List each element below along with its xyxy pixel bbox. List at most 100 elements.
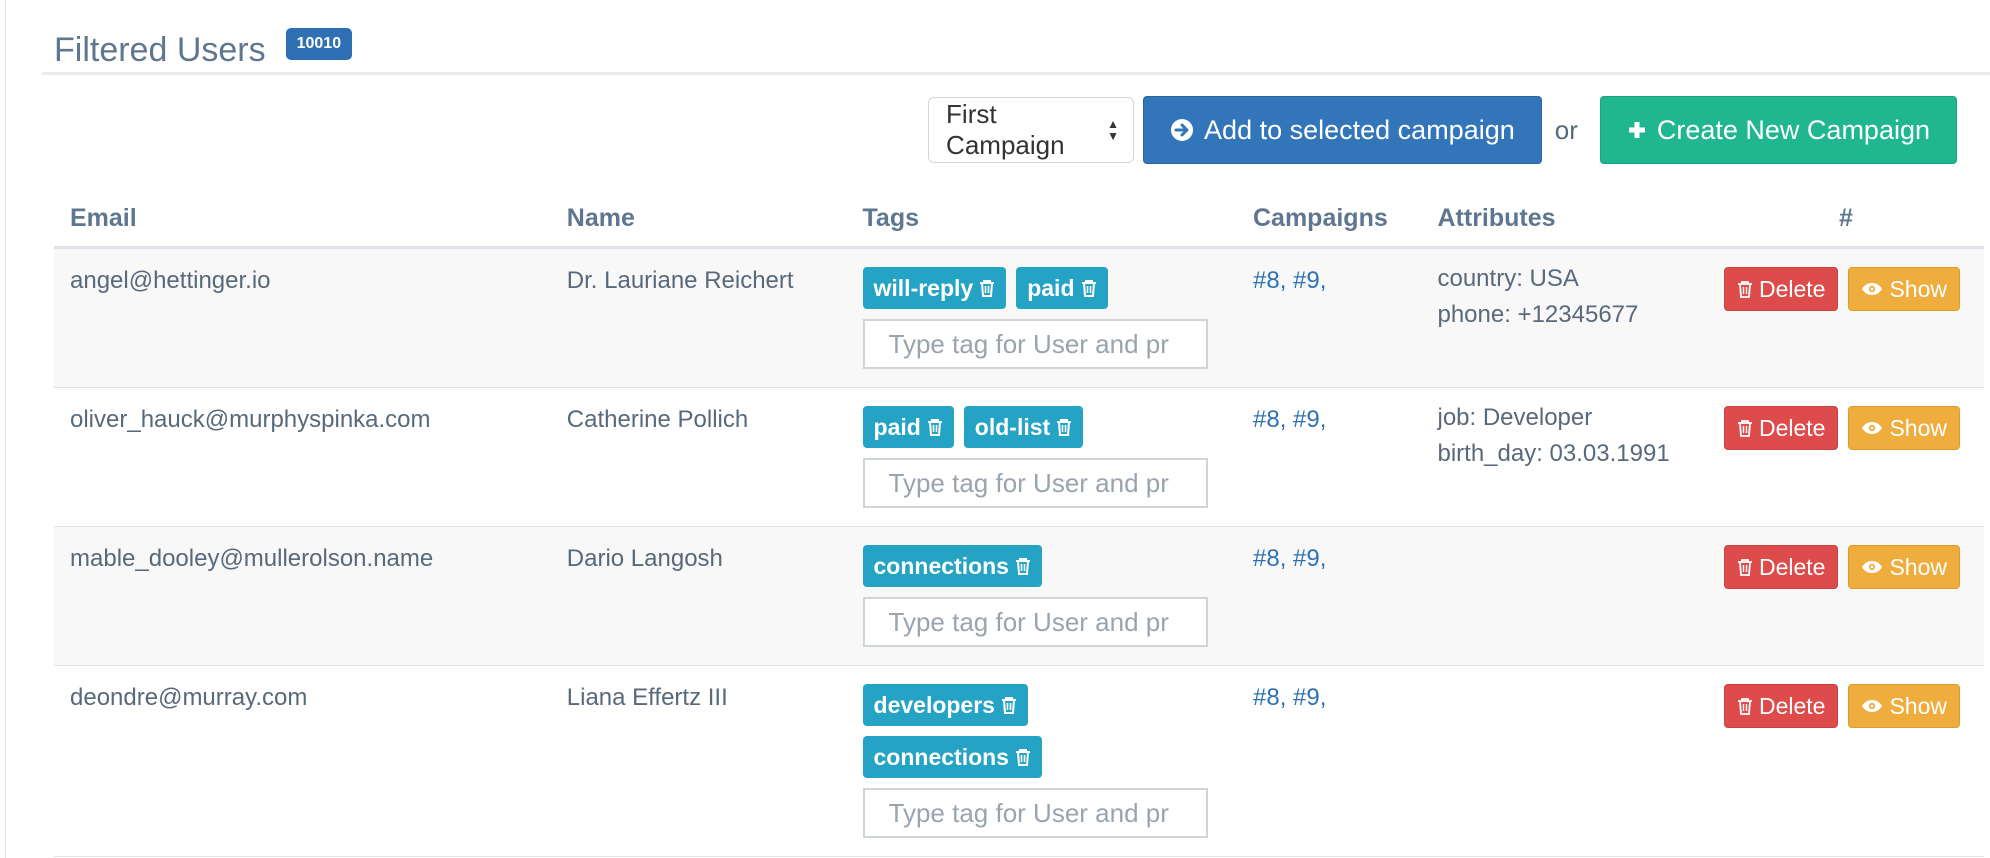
- user-count-badge: 10010: [285, 28, 353, 60]
- tag-input[interactable]: Type tag for User and pr: [862, 458, 1208, 508]
- show-label: Show: [1889, 553, 1947, 580]
- show-button[interactable]: Show: [1848, 684, 1960, 728]
- column-header-email: Email: [54, 190, 551, 249]
- circle-arrow-right-icon: [1170, 118, 1194, 142]
- column-header-actions: #: [1707, 190, 1984, 249]
- email-cell: oliver_hauck@murphyspinka.com: [54, 387, 551, 527]
- attribute-line: country: USA: [1437, 265, 1579, 292]
- name-cell: Catherine Pollich: [550, 387, 847, 527]
- trash-icon[interactable]: [927, 418, 943, 436]
- row-actions: Delete Show: [1723, 267, 1984, 311]
- eye-icon: [1861, 699, 1883, 713]
- trash-icon[interactable]: [1001, 696, 1017, 714]
- header-divider: [42, 72, 1990, 75]
- select-arrows-icon: ▲ ▼: [1107, 117, 1120, 143]
- tag-badge: connections: [862, 545, 1042, 587]
- trash-icon: [1737, 280, 1753, 298]
- show-label: Show: [1889, 692, 1947, 719]
- row-actions: Delete Show: [1723, 545, 1984, 589]
- tags-cell: developers connections Type tag for User…: [846, 665, 1237, 857]
- campaign-links[interactable]: #8, #9,: [1253, 545, 1326, 572]
- trash-icon: [1737, 697, 1753, 715]
- plus-icon: [1627, 120, 1647, 140]
- campaigns-cell: #8, #9,: [1237, 247, 1422, 388]
- attributes-cell: [1421, 665, 1708, 857]
- campaign-links[interactable]: #8, #9,: [1253, 267, 1326, 294]
- users-table: Email Name Tags Campaigns Attributes # a…: [54, 190, 1984, 857]
- email-cell: angel@hettinger.io: [54, 247, 551, 388]
- column-header-tags: Tags: [846, 190, 1237, 249]
- show-label: Show: [1889, 275, 1947, 302]
- show-button[interactable]: Show: [1848, 545, 1960, 589]
- tag-label: connections: [873, 744, 1009, 770]
- create-new-campaign-button[interactable]: Create New Campaign: [1599, 96, 1957, 164]
- actions-cell: Delete Show: [1707, 665, 1984, 857]
- campaign-select-value: First Campaign: [946, 99, 1065, 160]
- table-row: oliver_hauck@murphyspinka.com Catherine …: [54, 387, 1984, 527]
- table-row: mable_dooley@mullerolson.name Dario Lang…: [54, 526, 1984, 666]
- row-actions: Delete Show: [1723, 406, 1984, 450]
- delete-button[interactable]: Delete: [1723, 684, 1839, 728]
- tag-badge: will-reply: [862, 267, 1007, 309]
- attribute-line: phone: +12345677: [1437, 301, 1639, 328]
- tag-badge: paid: [862, 406, 954, 448]
- tags-cell: will-reply paid Type tag for User and pr: [846, 247, 1237, 388]
- tag-badge: developers: [862, 684, 1028, 726]
- campaign-select[interactable]: First Campaign ▲ ▼: [928, 97, 1135, 163]
- delete-label: Delete: [1758, 692, 1826, 719]
- tag-label: paid: [1027, 275, 1075, 301]
- tag-label: paid: [873, 414, 921, 440]
- delete-label: Delete: [1758, 275, 1826, 302]
- actions-cell: Delete Show: [1707, 387, 1984, 527]
- trash-icon[interactable]: [979, 279, 995, 297]
- trash-icon[interactable]: [1056, 418, 1072, 436]
- tag-input[interactable]: Type tag for User and pr: [862, 319, 1208, 369]
- table-row: angel@hettinger.io Dr. Lauriane Reichert…: [54, 247, 1984, 388]
- column-header-campaigns: Campaigns: [1237, 190, 1422, 249]
- delete-button[interactable]: Delete: [1723, 545, 1839, 589]
- trash-icon: [1737, 419, 1753, 437]
- add-to-selected-campaign-label: Add to selected campaign: [1204, 114, 1515, 145]
- or-separator: or: [1554, 114, 1578, 145]
- table-row: deondre@murray.com Liana Effertz III dev…: [54, 665, 1984, 857]
- actions-cell: Delete Show: [1707, 247, 1984, 388]
- page-header: Filtered Users 10010: [54, 26, 353, 74]
- name-cell: Dr. Lauriane Reichert: [550, 247, 847, 388]
- actions-cell: Delete Show: [1707, 526, 1984, 666]
- campaigns-cell: #8, #9,: [1237, 665, 1422, 857]
- tag-badge: connections: [862, 736, 1042, 778]
- delete-label: Delete: [1758, 414, 1826, 441]
- tag-input[interactable]: Type tag for User and pr: [862, 597, 1208, 647]
- campaign-action-bar: First Campaign ▲ ▼ Add to selected campai…: [928, 96, 1957, 164]
- attribute-line: job: Developer: [1437, 404, 1593, 431]
- create-new-campaign-label: Create New Campaign: [1656, 114, 1930, 145]
- campaign-links[interactable]: #8, #9,: [1253, 684, 1326, 711]
- tag-badge: paid: [1016, 267, 1108, 309]
- email-cell: mable_dooley@mullerolson.name: [54, 526, 551, 666]
- tag-list: will-reply paid: [862, 267, 1223, 319]
- delete-button[interactable]: Delete: [1723, 267, 1839, 311]
- tag-label: old-list: [974, 414, 1051, 440]
- tags-cell: connections Type tag for User and pr: [846, 526, 1237, 666]
- add-to-selected-campaign-button[interactable]: Add to selected campaign: [1143, 96, 1542, 164]
- tag-input[interactable]: Type tag for User and pr: [862, 788, 1208, 838]
- tag-list: connections: [862, 545, 1223, 597]
- eye-icon: [1861, 560, 1883, 574]
- trash-icon[interactable]: [1081, 279, 1097, 297]
- attribute-line: birth_day: 03.03.1991: [1437, 440, 1670, 467]
- attributes-cell: country: USA phone: +12345677: [1421, 247, 1708, 388]
- column-header-name: Name: [550, 190, 847, 249]
- tag-badge: old-list: [963, 406, 1084, 448]
- tag-label: connections: [873, 553, 1009, 579]
- trash-icon[interactable]: [1015, 748, 1031, 766]
- show-button[interactable]: Show: [1848, 406, 1960, 450]
- attributes-cell: job: Developer birth_day: 03.03.1991: [1421, 387, 1708, 527]
- table-header-row: Email Name Tags Campaigns Attributes #: [54, 190, 1984, 249]
- show-button[interactable]: Show: [1848, 267, 1960, 311]
- delete-button[interactable]: Delete: [1723, 406, 1839, 450]
- tags-cell: paid old-list Type tag for User and pr: [846, 387, 1237, 527]
- attributes-cell: [1421, 526, 1708, 666]
- trash-icon[interactable]: [1015, 557, 1031, 575]
- campaign-links[interactable]: #8, #9,: [1253, 406, 1326, 433]
- filtered-users-panel: Filtered Users 10010 First Campaign ▲ ▼ A…: [5, 0, 1990, 858]
